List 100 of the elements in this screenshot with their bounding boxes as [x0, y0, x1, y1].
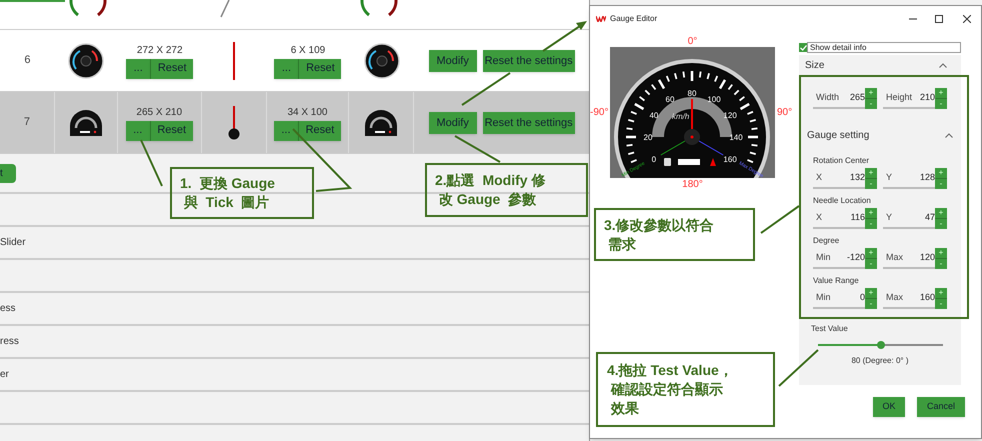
callout-text: 4.拖拉 Test Value， 確認設定符合顯示 效果: [607, 361, 733, 418]
angle-label: 90°: [776, 106, 794, 120]
increment-button[interactable]: +: [935, 288, 947, 299]
checkbox-label[interactable]: Show detail info: [807, 42, 961, 53]
section-title: Size: [804, 58, 824, 72]
group-title: Degree: [812, 235, 840, 247]
field-label: Min: [816, 251, 831, 264]
field-label: Width: [816, 91, 840, 104]
reset-button[interactable]: Reset: [150, 120, 193, 140]
reset-button[interactable]: Reset: [298, 120, 341, 140]
field-value: 132: [850, 171, 865, 184]
field-value: 47: [924, 211, 935, 224]
list-item[interactable]: ess: [0, 301, 16, 316]
app-logo-icon: [596, 16, 606, 22]
field-value: -120: [846, 251, 865, 264]
modify-button[interactable]: Modify: [428, 112, 477, 134]
increment-button[interactable]: +: [865, 208, 877, 219]
needle-hub: [684, 129, 700, 145]
tab-indicator: [0, 0, 65, 2]
field-label: Min: [816, 291, 831, 304]
reset-button[interactable]: Reset: [151, 58, 194, 78]
chevron-up-icon[interactable]: [939, 62, 947, 68]
gauge-drawing: [68, 0, 108, 18]
maximize-icon[interactable]: [935, 14, 943, 22]
scale-number: 0: [652, 155, 656, 164]
scale-number: 140: [729, 133, 743, 142]
warning-icon: [710, 158, 716, 166]
field-value: 210: [920, 91, 935, 104]
field-value: 120: [920, 251, 935, 264]
list-item[interactable]: er: [0, 367, 9, 382]
slider-thumb[interactable]: [876, 341, 884, 349]
increment-button[interactable]: +: [865, 168, 877, 179]
field-label: X: [816, 211, 822, 224]
increment-button[interactable]: +: [935, 248, 947, 259]
decrement-button[interactable]: -: [935, 299, 947, 309]
field-value: 160: [920, 291, 935, 304]
browse-button[interactable]: ...: [126, 58, 152, 78]
increment-button[interactable]: +: [935, 168, 947, 179]
image-size: 6 X 109: [290, 44, 326, 58]
fuel-level-bar: [678, 159, 700, 165]
decrement-button[interactable]: -: [935, 99, 947, 109]
field-label: X: [816, 171, 822, 184]
needle-drawing: [228, 106, 240, 140]
gauge-drawing: [68, 42, 104, 78]
gauge-drawing: [359, 0, 399, 18]
increment-button[interactable]: +: [865, 88, 877, 99]
decrement-button[interactable]: -: [935, 219, 947, 229]
browse-button[interactable]: ...: [126, 120, 151, 140]
callout-text: 3.修改參數以符合 需求: [604, 216, 714, 254]
reset-settings-button[interactable]: Reset the settings: [482, 50, 575, 72]
check-icon: [800, 44, 807, 50]
field-label: Max: [886, 251, 904, 264]
min-degree-line: [660, 140, 686, 156]
gauge-drawing: [363, 108, 400, 138]
modify-button[interactable]: Modify: [428, 50, 477, 72]
decrement-button[interactable]: -: [865, 99, 877, 109]
reset-button[interactable]: Reset: [299, 58, 342, 78]
angle-label: -90°: [590, 106, 610, 120]
decrement-button[interactable]: -: [865, 179, 877, 189]
list-button[interactable]: t: [0, 164, 16, 182]
chevron-up-icon[interactable]: [945, 132, 953, 138]
field-value: 116: [850, 211, 865, 224]
increment-button[interactable]: +: [865, 248, 877, 259]
row-number: 6: [24, 53, 31, 68]
close-icon[interactable]: [963, 14, 971, 22]
field-label: Y: [886, 171, 892, 184]
browse-button[interactable]: ...: [274, 58, 300, 78]
scale-number: 20: [644, 133, 652, 142]
callout-text: 1. 更換 Gauge 與 Tick 圖片: [180, 174, 275, 212]
scale-number: 160: [723, 155, 737, 164]
unit-label: km/h: [672, 112, 690, 121]
angle-label: 180°: [682, 180, 703, 190]
scale-number: 60: [666, 94, 674, 104]
field-value: 0: [860, 291, 865, 304]
ok-button[interactable]: OK: [873, 397, 905, 417]
browse-button[interactable]: ...: [274, 120, 299, 140]
leader-line: [140, 140, 163, 186]
table-row[interactable]: 6 272 X 272 ... Reset 6 X 109 ... Reset Modify Reset the settings: [0, 30, 589, 92]
scale-number: 80: [688, 89, 696, 98]
decrement-button[interactable]: -: [935, 259, 947, 269]
decrement-button[interactable]: -: [935, 179, 947, 189]
field-value: 128: [920, 171, 935, 184]
slider-label: Test Value: [810, 323, 849, 335]
scale-number: 100: [707, 94, 721, 104]
cancel-button[interactable]: Cancel: [917, 397, 965, 417]
list-item[interactable]: ress: [0, 334, 19, 349]
reset-settings-button[interactable]: Reset the settings: [482, 112, 575, 134]
table-row[interactable]: 7 265 X 210 ... Reset 34 X 100 ... Reset Modify Reset the settings: [0, 92, 589, 154]
list-item[interactable]: Slider: [0, 235, 26, 250]
increment-button[interactable]: +: [935, 88, 947, 99]
decrement-button[interactable]: -: [865, 259, 877, 269]
field-value: 265: [850, 91, 865, 104]
increment-button[interactable]: +: [935, 208, 947, 219]
image-size: 272 X 272: [136, 44, 183, 58]
group-title: Needle Location: [812, 195, 872, 207]
increment-button[interactable]: +: [865, 288, 877, 299]
decrement-button[interactable]: -: [865, 299, 877, 309]
field-label: Height: [886, 91, 912, 104]
decrement-button[interactable]: -: [865, 219, 877, 229]
callout-text: 2.點選 Modify 修 改 Gauge 參數: [435, 171, 546, 209]
